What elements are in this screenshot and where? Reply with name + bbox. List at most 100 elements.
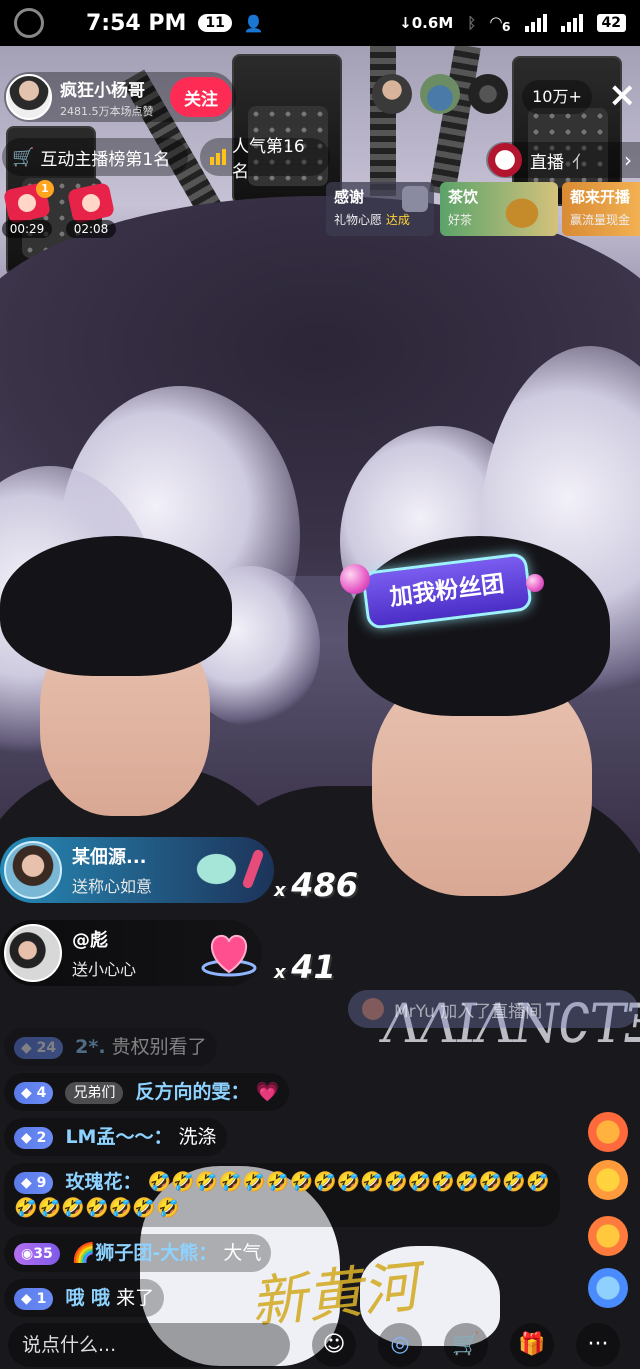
chat-sep: ： bbox=[230, 1081, 250, 1103]
level-badge: ◆ 1 bbox=[14, 1287, 54, 1310]
link-icon: ◎ bbox=[390, 1332, 410, 1357]
combo-prefix: x bbox=[274, 962, 286, 983]
chat-text: 洗涤 bbox=[178, 1126, 217, 1148]
chat-username[interactable]: 🌈狮子团-大熊 bbox=[72, 1242, 199, 1264]
floating-like-icon bbox=[588, 1160, 628, 1200]
level-badge: ◆ 2 bbox=[14, 1126, 54, 1149]
chat-message[interactable]: ◆ 4 兄弟们 反方向的雯： 💗 bbox=[4, 1073, 564, 1118]
gift-button[interactable]: 🎁 bbox=[510, 1322, 554, 1367]
status-bar: 7:54 PM 11 👤 ↓0.6M ᛒ ◠6 42 bbox=[0, 0, 640, 46]
gift-notification: 某佃源... 送称心如意 bbox=[0, 837, 274, 903]
follow-button[interactable]: 关注 bbox=[170, 77, 232, 117]
chevron-right-icon: › bbox=[624, 148, 632, 172]
join-notice: MrYu 加入了直播间 bbox=[348, 990, 638, 1028]
join-user-avatar bbox=[362, 998, 384, 1020]
chat-username[interactable]: 2*. bbox=[75, 1036, 105, 1058]
gift-combo: x 41 bbox=[274, 948, 336, 986]
signal-sim2-icon bbox=[560, 14, 583, 32]
live-chip-avatar bbox=[488, 143, 522, 177]
red-packet[interactable]: 02:08 bbox=[66, 182, 116, 238]
fan-club-tag: 兄弟们 bbox=[65, 1081, 124, 1104]
chat-text: 来了 bbox=[116, 1287, 155, 1309]
chat-text: 贵权别看了 bbox=[111, 1036, 207, 1058]
host-info-pill[interactable]: 疯狂小杨哥 2481.5万本场点赞 关注 bbox=[4, 72, 236, 122]
chat-username[interactable]: 哦 哦 bbox=[65, 1287, 110, 1309]
bottom-bar: ☺ ◎ 🛒 🎁 ··· bbox=[0, 1320, 640, 1369]
level-badge: ◆ 24 bbox=[14, 1036, 64, 1059]
bluetooth-icon: ᛒ bbox=[467, 14, 477, 32]
chat-username[interactable]: 反方向的雯 bbox=[135, 1081, 230, 1103]
disco-ball-icon bbox=[526, 574, 544, 592]
chat-username[interactable]: LM孟～～ bbox=[65, 1126, 153, 1148]
notification-count-badge: 11 bbox=[198, 14, 232, 32]
chat-message[interactable]: ◆ 2 LM孟～～： 洗涤 bbox=[4, 1118, 564, 1163]
wifi-sub: 6 bbox=[501, 18, 511, 34]
cart-icon: 🛒 bbox=[12, 146, 35, 168]
close-icon[interactable]: × bbox=[608, 78, 637, 112]
stage-truss bbox=[429, 46, 481, 196]
top-viewers[interactable] bbox=[372, 74, 508, 114]
viewer-avatar[interactable] bbox=[372, 74, 412, 114]
jade-ruyi-icon bbox=[194, 843, 250, 895]
gift-sender-avatar[interactable] bbox=[4, 841, 62, 899]
teapot-icon bbox=[494, 188, 550, 230]
heart-icon bbox=[201, 934, 257, 977]
thanks-banner[interactable]: 感谢 礼物心愿 达成 bbox=[326, 182, 434, 236]
chat-emoji: 💗 bbox=[255, 1081, 280, 1103]
tea-banner[interactable]: 茶饮 好茶 bbox=[440, 182, 558, 236]
status-app-icon bbox=[14, 8, 44, 38]
live-chip-extra: 亻 bbox=[572, 152, 589, 173]
combo-count: 486 bbox=[291, 866, 358, 904]
bar-chart-icon bbox=[210, 149, 226, 165]
gift-desc: 送小心心 bbox=[72, 960, 137, 979]
chat-username[interactable]: 玫瑰花 bbox=[65, 1171, 122, 1193]
thanks-sub: 礼物心愿 bbox=[334, 213, 383, 227]
host-avatar[interactable] bbox=[6, 74, 52, 120]
chat-message[interactable]: ◆ 9 玫瑰花： 🤣🤣🤣🤣🤣🤣🤣🤣🤣🤣🤣🤣🤣🤣🤣🤣🤣🤣🤣🤣🤣🤣🤣🤣 bbox=[4, 1163, 564, 1234]
chat-sep: ： bbox=[122, 1171, 142, 1193]
more-icon: ··· bbox=[587, 1332, 609, 1357]
host-name: 疯狂小杨哥 bbox=[60, 80, 145, 101]
gift-combo: x 486 bbox=[274, 866, 358, 904]
gift-thumb-icon bbox=[402, 186, 428, 212]
promo-title: 都来开播 bbox=[570, 188, 631, 206]
person-icon: 👤 bbox=[243, 13, 264, 33]
red-packet-badge: 1 bbox=[36, 180, 54, 198]
shopping-cart-button[interactable]: 🛒 bbox=[444, 1322, 488, 1367]
wifi-icon: ◠6 bbox=[490, 12, 511, 34]
comment-input[interactable] bbox=[8, 1322, 290, 1367]
emoji-face-icon: ☺ bbox=[322, 1332, 346, 1357]
live-chip[interactable]: 直播 亻 › bbox=[486, 142, 640, 178]
promo-sub: 赢流量现金 bbox=[570, 213, 631, 227]
floating-like-icon bbox=[588, 1268, 628, 1308]
gift-sender-name: 某佃源... bbox=[72, 847, 147, 868]
gift-sender-avatar[interactable] bbox=[4, 924, 62, 982]
red-packet[interactable]: 1 00:29 bbox=[2, 180, 54, 238]
viewer-avatar[interactable] bbox=[468, 74, 508, 114]
viewer-avatar[interactable] bbox=[420, 74, 460, 114]
stage-truss bbox=[370, 46, 396, 196]
more-button[interactable]: ··· bbox=[576, 1322, 620, 1367]
combo-prefix: x bbox=[274, 880, 286, 901]
shopping-cart-icon: 🛒 bbox=[452, 1332, 480, 1357]
interaction-button[interactable]: ◎ bbox=[378, 1322, 422, 1367]
gift-sender-name: @彪 bbox=[72, 930, 108, 951]
chat-sep: ： bbox=[153, 1126, 173, 1148]
interactive-rank-pill[interactable]: 🛒 互动主播榜第1名 bbox=[2, 138, 188, 176]
promo-banner[interactable]: 都来开播 赢流量现金 bbox=[562, 182, 640, 236]
popularity-rank-pill[interactable]: 人气第16名 bbox=[200, 137, 330, 182]
red-envelope-icon bbox=[66, 182, 116, 224]
combo-count: 41 bbox=[291, 948, 336, 986]
floating-like-icon bbox=[588, 1112, 628, 1152]
network-speed-value: 0.6M bbox=[411, 14, 454, 32]
viewer-count[interactable]: 10万+ bbox=[522, 80, 592, 114]
chat-sep: ： bbox=[198, 1242, 218, 1264]
disco-ball-icon bbox=[340, 564, 370, 594]
level-badge: ◆ 4 bbox=[14, 1081, 54, 1104]
popularity-rank-label: 人气第16名 bbox=[232, 137, 305, 182]
emoji-button[interactable]: ☺ bbox=[312, 1322, 356, 1367]
signal-icon bbox=[524, 14, 547, 32]
live-chip-label: 直播 bbox=[530, 152, 564, 173]
chat-message[interactable]: ◆ 24 2*. 贵权别看了 bbox=[4, 1028, 564, 1073]
battery-indicator: 42 bbox=[596, 14, 626, 32]
